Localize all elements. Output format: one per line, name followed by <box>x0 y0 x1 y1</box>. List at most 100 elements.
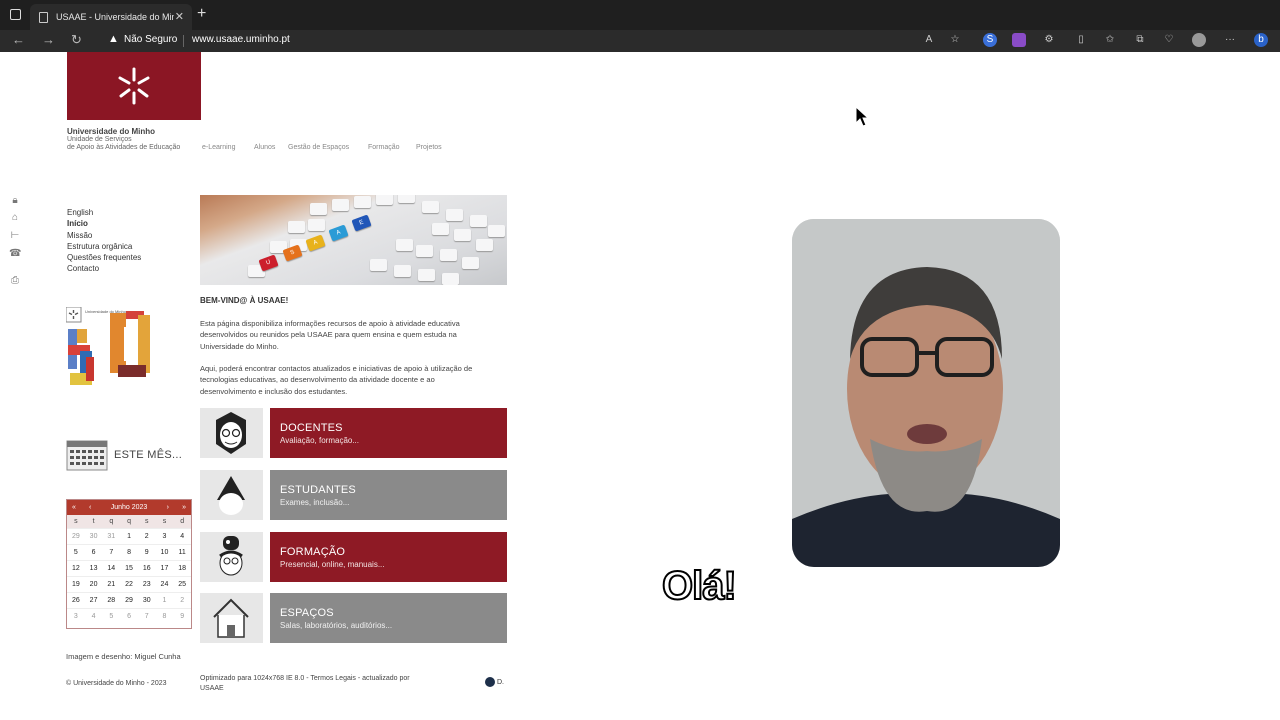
calendar-day[interactable]: 30 <box>85 529 103 544</box>
address-bar[interactable]: ▲ Não Seguro www.usaae.uminho.pt <box>100 31 970 51</box>
menu-item-inicio[interactable]: Início <box>67 218 141 229</box>
forward-icon[interactable]: → <box>42 32 55 47</box>
estudantes-image[interactable] <box>200 470 263 520</box>
espacos-image[interactable] <box>200 593 263 643</box>
favorites-icon[interactable]: ✩ <box>1103 33 1117 47</box>
calendar-day[interactable]: 2 <box>138 529 156 544</box>
calendar-day[interactable]: 1 <box>120 529 138 544</box>
calendar-day[interactable]: 4 <box>85 609 103 624</box>
calendar-day[interactable]: 4 <box>173 529 191 544</box>
more-menu-icon[interactable]: ··· <box>1223 33 1237 47</box>
calendar-day[interactable]: 12 <box>67 561 85 576</box>
favorite-star-icon[interactable]: ☆ <box>948 33 962 47</box>
topnav-alunos[interactable]: Alunos <box>254 144 275 151</box>
formacao-title: FORMAÇÃO <box>280 546 346 558</box>
calendar-day[interactable]: 1 <box>156 593 174 608</box>
calendar-day[interactable]: 5 <box>67 545 85 560</box>
calendar-day[interactable]: 8 <box>156 609 174 624</box>
calendar-day[interactable]: 3 <box>67 609 85 624</box>
topnav-formacao[interactable]: Formação <box>368 144 400 151</box>
new-tab-icon[interactable]: + <box>197 5 206 23</box>
sitemap-icon[interactable]: ⊢ <box>9 230 21 242</box>
calendar-weekdays: s t q q s s d <box>67 515 191 528</box>
split-screen-icon[interactable]: ▯ <box>1074 33 1088 47</box>
refresh-icon[interactable]: ↻ <box>71 32 82 48</box>
formacao-card[interactable]: FORMAÇÃO Presencial, online, manuais... <box>270 532 507 582</box>
calendar-day[interactable]: 17 <box>156 561 174 576</box>
calendar-day[interactable]: 29 <box>120 593 138 608</box>
extensions-icon[interactable]: ⚙ <box>1042 33 1056 47</box>
calendar-day[interactable]: 18 <box>173 561 191 576</box>
calendar-day[interactable]: 5 <box>102 609 120 624</box>
collections-icon[interactable]: ⧉ <box>1133 33 1147 47</box>
calendar-day[interactable]: 13 <box>85 561 103 576</box>
este-mes-link[interactable]: ESTE MÊS... <box>66 437 196 471</box>
tab-actions-icon[interactable] <box>10 9 21 20</box>
prev-month-button[interactable]: ‹ <box>89 500 91 515</box>
menu-item-english[interactable]: English <box>67 207 141 218</box>
docentes-card[interactable]: DOCENTES Avaliação, formação... <box>270 408 507 458</box>
calendar-day[interactable]: 6 <box>120 609 138 624</box>
lock-icon[interactable]: 🔒︎ <box>9 195 21 207</box>
calendar-day[interactable]: 20 <box>85 577 103 592</box>
topnav-gestao-espacos[interactable]: Gestão de Espaços <box>288 144 349 151</box>
calendar-day[interactable]: 24 <box>156 577 174 592</box>
calendar-day[interactable]: 7 <box>138 609 156 624</box>
docentes-image[interactable] <box>200 408 263 458</box>
calendar-day[interactable]: 7 <box>102 545 120 560</box>
calendar-day[interactable]: 28 <box>102 593 120 608</box>
topnav-elearning[interactable]: e-Learning <box>202 144 235 151</box>
calendar-day[interactable]: 15 <box>120 561 138 576</box>
anniversary-50-logo[interactable]: Universidade do Minho <box>65 306 156 393</box>
calendar-day[interactable]: 14 <box>102 561 120 576</box>
topnav-projetos[interactable]: Projetos <box>416 144 442 151</box>
calendar-day[interactable]: 25 <box>173 577 191 592</box>
next-year-button[interactable]: » <box>182 500 186 515</box>
home-icon[interactable]: ⌂ <box>9 212 21 224</box>
university-logo[interactable] <box>67 52 201 120</box>
calendar-day[interactable]: 29 <box>67 529 85 544</box>
url-text[interactable]: www.usaae.uminho.pt <box>192 34 290 45</box>
browser-tab[interactable]: USAAE - Universidade do Minho ✕ <box>30 4 192 30</box>
formacao-image[interactable] <box>200 532 263 582</box>
phone-icon[interactable]: ☎ <box>9 248 21 260</box>
performance-icon[interactable]: ♡ <box>1162 33 1176 47</box>
estudantes-card[interactable]: ESTUDANTES Exames, inclusão... <box>270 470 507 520</box>
calendar-day[interactable]: 27 <box>85 593 103 608</box>
menu-item-estrutura[interactable]: Estrutura orgânica <box>67 241 141 252</box>
calendar-day[interactable]: 2 <box>173 593 191 608</box>
footer-logo[interactable]: D. <box>485 677 504 687</box>
calendar-day[interactable]: 3 <box>156 529 174 544</box>
calendar-day[interactable]: 31 <box>102 529 120 544</box>
calendar-day[interactable]: 9 <box>138 545 156 560</box>
calendar-day[interactable]: 19 <box>67 577 85 592</box>
print-icon[interactable]: ⎙ <box>9 275 21 287</box>
menu-item-missao[interactable]: Missão <box>67 230 141 241</box>
unit-line-1: Unidade de Serviços <box>67 136 132 143</box>
calendar-day[interactable]: 22 <box>120 577 138 592</box>
extension-s-icon[interactable]: S <box>983 33 997 47</box>
calendar-day[interactable]: 21 <box>102 577 120 592</box>
calendar-day[interactable]: 8 <box>120 545 138 560</box>
menu-item-contacto[interactable]: Contacto <box>67 263 141 274</box>
menu-item-questoes[interactable]: Questões frequentes <box>67 252 141 263</box>
espacos-card[interactable]: ESPAÇOS Salas, laboratórios, auditórios.… <box>270 593 507 643</box>
profile-avatar[interactable] <box>1192 33 1206 47</box>
copilot-icon[interactable]: b <box>1254 33 1268 47</box>
calendar-day[interactable]: 23 <box>138 577 156 592</box>
calendar-day[interactable]: 10 <box>156 545 174 560</box>
close-tab-icon[interactable]: ✕ <box>175 10 184 23</box>
prev-year-button[interactable]: « <box>72 500 76 515</box>
security-label[interactable]: Não Seguro <box>124 34 177 45</box>
calendar-day[interactable]: 6 <box>85 545 103 560</box>
read-aloud-icon[interactable]: A <box>922 33 936 47</box>
calendar-day[interactable]: 26 <box>67 593 85 608</box>
calendar-day[interactable]: 16 <box>138 561 156 576</box>
extension-purple-icon[interactable] <box>1012 33 1026 47</box>
back-icon[interactable]: ← <box>12 32 25 47</box>
next-month-button[interactable]: › <box>167 500 169 515</box>
calendar-day[interactable]: 30 <box>138 593 156 608</box>
calendar-day[interactable]: 11 <box>173 545 191 560</box>
warning-icon[interactable]: ▲ <box>108 33 119 45</box>
calendar-day[interactable]: 9 <box>173 609 191 624</box>
